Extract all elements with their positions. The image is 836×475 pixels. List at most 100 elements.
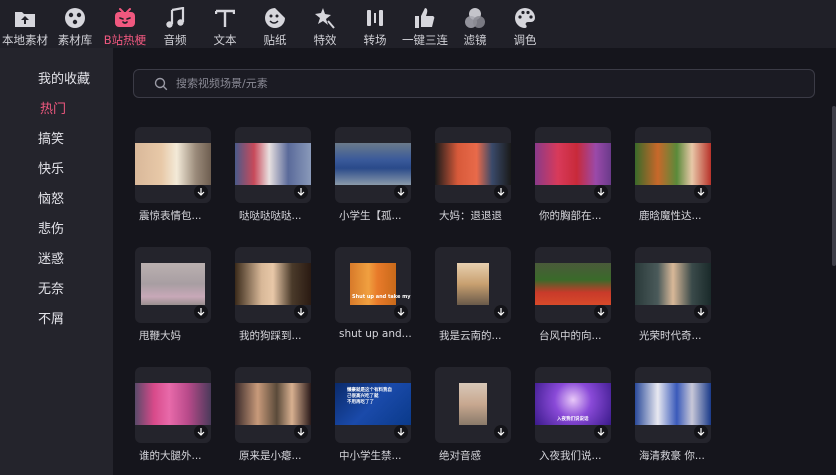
card-caption: 台风中的向... [539,330,602,342]
tool-triple-like[interactable]: 一键三连 [400,0,450,48]
download-icon[interactable] [494,425,508,439]
video-thumbnail [635,247,711,323]
meme-card[interactable]: 震惊表情包... [135,127,213,231]
card-caption: shut up and... [339,328,412,340]
sidebar-item-helpless[interactable]: 无奈 [38,278,64,297]
tool-media-library[interactable]: 素材库 [50,0,100,48]
thumbnail-image [459,383,487,425]
meme-card[interactable]: 你的胸部在... [535,127,613,231]
thumbnail-image [635,383,711,425]
tool-bilibili-hot[interactable]: B站热梗 [100,0,150,48]
card-caption: 中小学生禁... [339,450,402,462]
download-icon[interactable] [394,305,408,319]
meme-card[interactable]: 我是云南的... [435,247,513,351]
sidebar-item-sad[interactable]: 悲伤 [38,218,64,237]
tool-label: 贴纸 [263,33,287,47]
meme-card[interactable]: 哒哒哒哒哒... [235,127,313,231]
sidebar-item-angry[interactable]: 恼怒 [38,188,64,207]
meme-card[interactable]: 我的狗踩到... [235,247,313,351]
thumbnail-image [435,143,511,185]
meme-card[interactable]: 小学生【孤... [335,127,413,231]
card-caption: 海清救豪 你... [639,450,705,462]
thumbnail-overlay-text: 懒豪就是这个有料我自 己很高兴吃了就 不用再吃了了 [347,388,392,405]
tool-label: 音频 [163,33,187,47]
thumbnail-image [535,263,611,305]
download-icon[interactable] [294,305,308,319]
download-icon[interactable] [494,305,508,319]
download-icon[interactable] [694,185,708,199]
meme-card[interactable]: 鹿晗魔性达... [635,127,713,231]
thumbnail-image [135,383,211,425]
download-icon[interactable] [594,305,608,319]
sticker-icon [263,6,287,29]
download-icon[interactable] [594,425,608,439]
download-icon[interactable] [594,185,608,199]
meme-card[interactable]: 台风中的向... [535,247,613,351]
meme-card[interactable]: 海清救豪 你... [635,367,713,471]
meme-card[interactable]: 入夜我们说说话 入夜我们说... [535,367,613,471]
tool-text[interactable]: 文本 [200,0,250,48]
video-thumbnail [335,127,411,203]
card-caption: 甩鞭大妈 [139,330,181,342]
download-icon[interactable] [194,305,208,319]
meme-card[interactable]: 大妈：退退退 [435,127,513,231]
download-icon[interactable] [694,305,708,319]
sidebar-item-happy[interactable]: 快乐 [38,158,64,177]
thumbnail-image [235,143,311,185]
tool-audio[interactable]: 音频 [150,0,200,48]
scrollbar[interactable] [832,106,836,266]
search-input[interactable] [176,77,776,90]
search-box[interactable] [133,69,815,98]
tool-local-media[interactable]: 本地素材 [0,0,50,48]
tool-label: 本地素材 [2,33,48,47]
tool-label: 调色 [513,33,537,47]
download-icon[interactable] [494,185,508,199]
media-library-icon [63,6,87,29]
video-thumbnail: 懒豪就是这个有料我自 己很高兴吃了就 不用再吃了了 [335,367,411,443]
tool-label: 特效 [313,33,337,47]
tool-effects[interactable]: 特效 [300,0,350,48]
thumbnail-image [135,143,211,185]
sidebar-item-disdain[interactable]: 不屑 [38,308,64,327]
meme-card[interactable]: 绝对音感 [435,367,513,471]
video-thumbnail [535,247,611,323]
meme-card[interactable]: 原来是小瘪... [235,367,313,471]
thumbnail-image [535,143,611,185]
card-caption: 哒哒哒哒哒... [239,210,302,222]
sidebar-item-funny[interactable]: 搞笑 [38,128,64,147]
music-note-icon [163,6,187,29]
tool-transition[interactable]: 转场 [350,0,400,48]
tool-sticker[interactable]: 贴纸 [250,0,300,48]
tool-label: 一键三连 [402,33,448,47]
video-thumbnail [135,367,211,443]
download-icon[interactable] [394,185,408,199]
video-thumbnail [535,127,611,203]
sidebar-item-confused[interactable]: 迷惑 [38,248,64,267]
download-icon[interactable] [194,425,208,439]
tool-filter[interactable]: 滤镜 [450,0,500,48]
category-sidebar: 我的收藏 热门 搞笑 快乐 恼怒 悲伤 迷惑 无奈 不屑 [0,48,113,475]
download-icon[interactable] [294,425,308,439]
video-thumbnail [135,247,211,323]
thumbnail-image [235,263,311,305]
card-caption: 我是云南的... [439,330,502,342]
thumbnail-overlay-text: 入夜我们说说话 [557,417,589,422]
meme-card[interactable]: Shut up and take my shut up and... [335,247,413,351]
thumbnail-image [457,263,489,305]
thumbnail-image [141,263,205,305]
video-thumbnail: Shut up and take my [335,247,411,323]
meme-card[interactable]: 甩鞭大妈 [135,247,213,351]
thumbnail-overlay-text: Shut up and take my [352,294,411,300]
download-icon[interactable] [294,185,308,199]
meme-card[interactable]: 光荣时代奇... [635,247,713,351]
download-icon[interactable] [694,425,708,439]
card-caption: 你的胸部在... [539,210,602,222]
sidebar-item-favorites[interactable]: 我的收藏 [38,68,90,87]
download-icon[interactable] [194,185,208,199]
sidebar-item-hot[interactable]: 热门 [40,98,66,117]
tool-color-grading[interactable]: 调色 [500,0,550,48]
meme-card[interactable]: 谁的大腿外... [135,367,213,471]
meme-card[interactable]: 懒豪就是这个有料我自 己很高兴吃了就 不用再吃了了 中小学生禁... [335,367,413,471]
card-caption: 原来是小瘪... [239,450,302,462]
download-icon[interactable] [394,425,408,439]
